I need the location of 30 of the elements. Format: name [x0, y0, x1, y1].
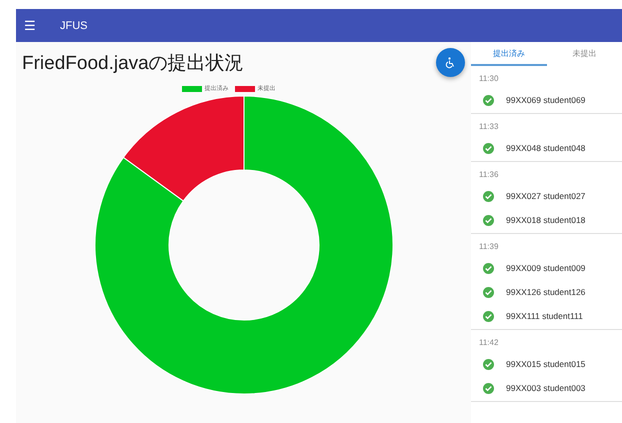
tab[interactable]: 提出済み [471, 42, 546, 66]
student-entry[interactable]: 99XX126 student126 [506, 287, 586, 297]
student-entry[interactable]: 99XX048 student048 [506, 143, 586, 153]
check-circle-icon [483, 310, 494, 322]
time-label: 11:42 [478, 337, 500, 349]
menu-icon[interactable]: ☰ [24, 18, 38, 33]
time-label: 11:30 [478, 73, 500, 85]
check-circle-icon [483, 382, 494, 394]
student-entry[interactable]: 99XX111 student111 [506, 311, 583, 321]
student-entry[interactable]: 99XX009 student009 [506, 263, 586, 273]
check-circle-icon [483, 190, 494, 202]
page-title: FriedFood.javaの提出状況 [22, 52, 244, 76]
tab[interactable]: 未提出 [546, 42, 622, 66]
check-circle-icon [483, 214, 494, 226]
student-entry[interactable]: 99XX015 student015 [506, 359, 586, 369]
check-circle-icon [483, 358, 494, 370]
time-label: 11:33 [478, 121, 500, 133]
student-entry[interactable]: 99XX018 student018 [506, 215, 586, 225]
wheelchair-icon [444, 56, 456, 68]
time-label: 11:39 [478, 241, 500, 253]
check-circle-icon [483, 142, 494, 154]
app-title: JFUS [60, 20, 88, 32]
check-circle-icon [483, 94, 494, 106]
student-entry[interactable]: 99XX003 student003 [506, 383, 586, 393]
accessibility-button[interactable] [436, 48, 465, 77]
student-entry[interactable]: 99XX027 student027 [506, 191, 586, 201]
student-entry[interactable]: 99XX069 student069 [506, 95, 586, 105]
check-circle-icon [483, 286, 494, 298]
check-circle-icon [483, 262, 494, 274]
time-label: 11:36 [478, 169, 500, 181]
